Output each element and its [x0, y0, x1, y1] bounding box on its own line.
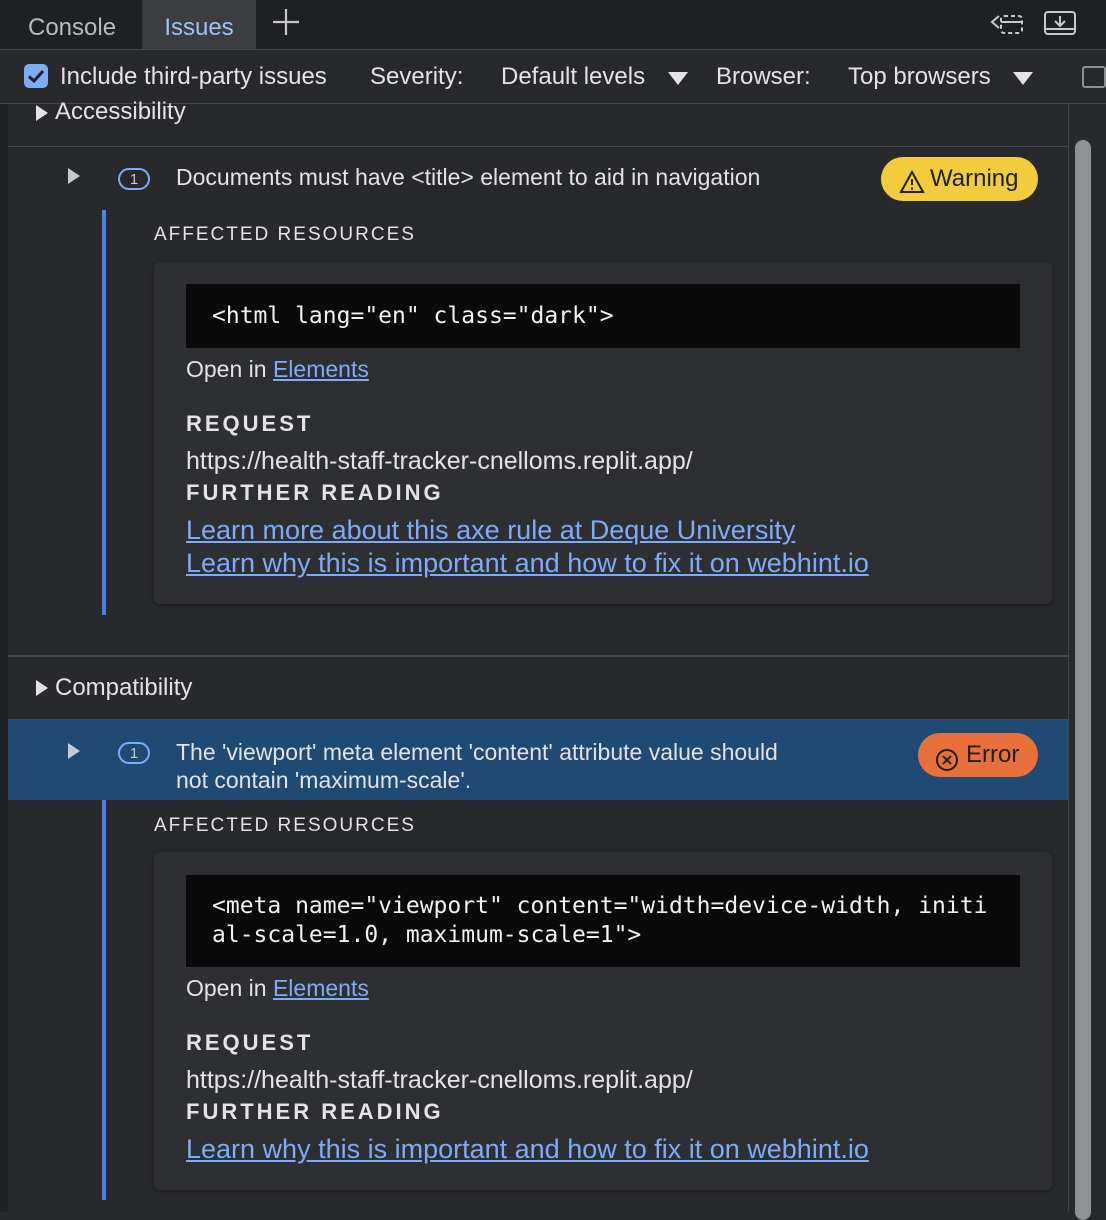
- affected-resources-heading: AFFECTED RESOURCES: [154, 815, 416, 836]
- caret-down-icon[interactable]: [1013, 72, 1033, 85]
- error-badge: Error: [918, 733, 1038, 777]
- open-in-prefix: Open in: [186, 356, 267, 382]
- include-third-party-label[interactable]: Include third-party issues: [60, 62, 327, 92]
- affected-resources-bar: [102, 210, 106, 615]
- affected-resources-heading: AFFECTED RESOURCES: [154, 224, 416, 245]
- plus-icon[interactable]: [270, 6, 302, 38]
- request-url: https://health-staff-tracker-cnelloms.re…: [186, 1066, 693, 1094]
- elements-link[interactable]: Elements: [273, 975, 369, 1001]
- issue-count-badge: 1: [118, 742, 150, 764]
- warning-badge: Warning: [881, 157, 1038, 201]
- dock-side-icon[interactable]: [990, 10, 1024, 36]
- issue-title[interactable]: Documents must have <title> element to a…: [176, 163, 760, 191]
- request-url: https://health-staff-tracker-cnelloms.re…: [186, 447, 693, 475]
- category-label[interactable]: Accessibility: [55, 98, 186, 126]
- category-label[interactable]: Compatibility: [55, 674, 192, 702]
- request-heading: REQUEST: [186, 1030, 314, 1055]
- error-label: Error: [966, 741, 1020, 768]
- open-in-elements: Open in Elements: [186, 356, 369, 383]
- deque-link[interactable]: Learn more about this axe rule at Deque …: [186, 515, 795, 546]
- issue-count-badge: 1: [118, 168, 150, 190]
- warning-label: Warning: [930, 165, 1019, 192]
- severity-select[interactable]: Default levels: [501, 62, 645, 92]
- scrollbar-thumb[interactable]: [1075, 140, 1091, 1220]
- tab-issues[interactable]: Issues: [142, 0, 256, 49]
- code-snippet: <html lang="en" class="dark">: [186, 284, 1020, 348]
- further-reading-heading: FURTHER READING: [186, 480, 444, 505]
- open-in-prefix: Open in: [186, 975, 267, 1001]
- download-icon[interactable]: [1043, 10, 1077, 36]
- code-snippet: <meta name="viewport" content="width=dev…: [186, 875, 1020, 967]
- expand-triangle-icon[interactable]: [36, 105, 48, 121]
- severity-label: Severity:: [370, 63, 464, 90]
- webhint-link[interactable]: Learn why this is important and how to f…: [186, 548, 869, 579]
- affected-resources-bar: [102, 800, 106, 1200]
- browser-label: Browser:: [716, 63, 811, 90]
- issue-title-line2[interactable]: not contain 'maximum-scale'.: [176, 766, 471, 794]
- webhint-link[interactable]: Learn why this is important and how to f…: [186, 1134, 869, 1165]
- caret-down-icon[interactable]: [668, 72, 688, 85]
- error-icon: [935, 743, 959, 771]
- toolbar-overflow-checkbox[interactable]: [1082, 66, 1106, 88]
- browser-select[interactable]: Top browsers: [848, 62, 991, 92]
- expand-triangle-icon[interactable]: [36, 680, 48, 696]
- further-reading-heading: FURTHER READING: [186, 1099, 444, 1124]
- warning-icon: [899, 166, 925, 193]
- tab-console[interactable]: Console: [28, 0, 116, 49]
- request-heading: REQUEST: [186, 411, 314, 436]
- left-gutter: [0, 104, 8, 1212]
- expand-triangle-icon[interactable]: [68, 168, 80, 184]
- open-in-elements: Open in Elements: [186, 975, 369, 1002]
- issue-title-line1[interactable]: The 'viewport' meta element 'content' at…: [176, 738, 778, 766]
- elements-link[interactable]: Elements: [273, 356, 369, 382]
- include-third-party-checkbox[interactable]: [24, 64, 48, 88]
- expand-triangle-icon[interactable]: [68, 743, 80, 759]
